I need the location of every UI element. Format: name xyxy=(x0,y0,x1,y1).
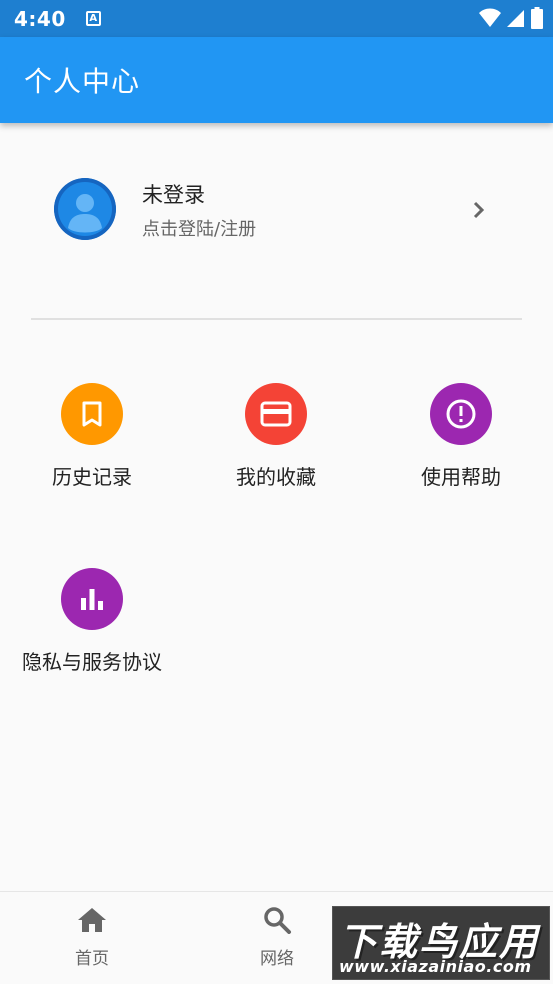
nav-tab-network[interactable]: 网络 xyxy=(237,906,317,969)
page-title: 个人中心 xyxy=(24,65,141,98)
bar-chart-icon xyxy=(61,568,123,630)
bookmark-icon xyxy=(61,383,123,445)
menu-label: 我的收藏 xyxy=(236,465,316,489)
profile-name: 未登录 xyxy=(142,183,205,207)
menu-label: 历史记录 xyxy=(52,465,132,489)
person-avatar-icon xyxy=(54,178,116,240)
menu-item-help[interactable]: 使用帮助 xyxy=(409,383,513,490)
home-icon xyxy=(78,908,106,932)
battery-icon xyxy=(531,7,543,29)
credit-card-icon xyxy=(245,383,307,445)
watermark-url: www.xiazainiao.com xyxy=(339,957,532,976)
watermark-logo: 下载鸟应用 www.xiazainiao.com xyxy=(332,906,550,980)
exclamation-circle-icon xyxy=(430,383,492,445)
wifi-icon xyxy=(479,8,501,27)
divider xyxy=(31,318,522,320)
app-bar: 个人中心 xyxy=(0,37,553,123)
status-time: 4:40 xyxy=(14,6,66,31)
app-notification-icon: A xyxy=(85,11,101,26)
nav-tab-home[interactable]: 首页 xyxy=(52,906,132,969)
status-icons xyxy=(479,7,543,29)
status-bar: 4:40 A xyxy=(0,0,553,37)
signal-icon xyxy=(507,10,524,27)
chevron-right-icon xyxy=(473,201,485,219)
search-icon xyxy=(264,907,291,934)
menu-label: 隐私与服务协议 xyxy=(22,650,162,674)
login-register-link[interactable]: 点击登陆/注册 xyxy=(142,215,256,241)
menu-item-history[interactable]: 历史记录 xyxy=(40,383,144,490)
menu-item-favorites[interactable]: 我的收藏 xyxy=(224,383,328,490)
nav-label: 首页 xyxy=(75,949,109,969)
profile-login-row[interactable]: 未登录 点击登陆/注册 xyxy=(0,123,553,295)
menu-item-privacy[interactable]: 隐私与服务协议 xyxy=(14,568,170,675)
menu-label: 使用帮助 xyxy=(421,465,501,489)
nav-label: 网络 xyxy=(260,949,294,969)
